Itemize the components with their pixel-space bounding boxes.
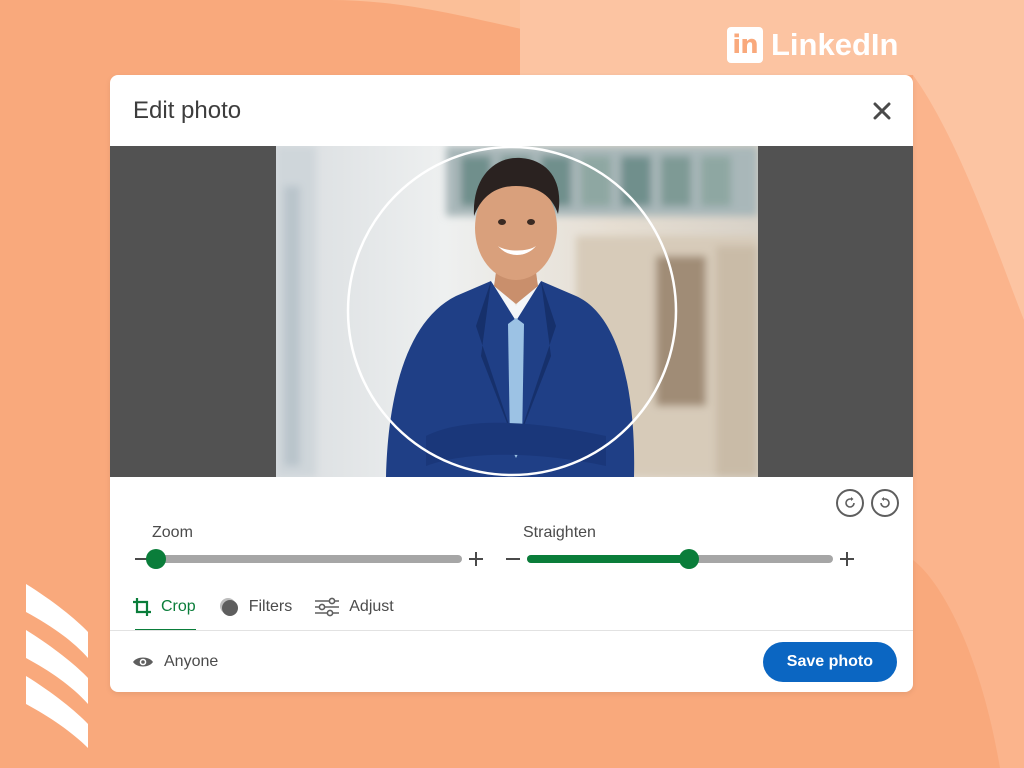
straighten-increase-button[interactable]: [837, 551, 857, 567]
eye-icon: [133, 657, 153, 666]
tab-adjust[interactable]: Adjust: [314, 590, 394, 624]
tab-filters[interactable]: Filters: [218, 590, 293, 624]
dialog-title: Edit photo: [133, 96, 242, 124]
zoom-slider[interactable]: [146, 549, 462, 569]
zoom-in-button[interactable]: [466, 551, 486, 567]
close-button[interactable]: [867, 96, 897, 126]
photo-preview: [110, 146, 913, 477]
rotate-clockwise-button[interactable]: [836, 489, 864, 517]
linkedin-wordmark: LinkedIn: [771, 27, 899, 62]
rotate-counterclockwise-button[interactable]: [871, 489, 899, 517]
crop-icon: [133, 598, 151, 616]
decorative-stripes: [26, 584, 88, 748]
dialog-header: Edit photo: [110, 75, 913, 146]
straighten-slider[interactable]: [527, 549, 833, 569]
tab-filters-label: Filters: [248, 598, 293, 615]
zoom-control: Zoom: [132, 524, 486, 569]
save-photo-button[interactable]: Save photo: [762, 641, 897, 682]
sliders-icon: [315, 597, 340, 617]
straighten-control: Straighten: [503, 524, 857, 569]
zoom-label: Zoom: [152, 524, 193, 541]
dialog-footer: Anyone Save photo: [110, 631, 913, 692]
rotate-counterclockwise-icon: [880, 497, 890, 508]
rotate-controls: [836, 489, 899, 517]
edit-tabs: Crop Filters Adjust: [132, 590, 416, 631]
edit-photo-dialog: Edit photo Zoom Straighten Crop Filters …: [110, 75, 913, 692]
tab-crop[interactable]: Crop: [132, 590, 196, 631]
visibility-label: Anyone: [164, 652, 219, 670]
photo-illustration: [276, 146, 758, 477]
profile-photo: [276, 146, 758, 477]
minus-icon: [506, 558, 520, 560]
tab-crop-label: Crop: [161, 598, 196, 615]
zoom-slider-handle[interactable]: [146, 549, 166, 569]
tab-adjust-label: Adjust: [349, 598, 394, 615]
filters-icon: [219, 598, 238, 616]
straighten-slider-handle[interactable]: [679, 549, 700, 569]
straighten-label: Straighten: [523, 524, 596, 541]
straighten-slider-fill: [527, 555, 690, 563]
plus-icon: [840, 552, 854, 566]
rotate-clockwise-icon: [845, 497, 855, 508]
plus-icon: [469, 552, 483, 566]
linkedin-logo: in LinkedIn: [727, 27, 898, 63]
visibility-selector[interactable]: Anyone: [132, 653, 218, 671]
linkedin-badge: in: [727, 27, 763, 63]
straighten-decrease-button[interactable]: [503, 551, 523, 567]
close-icon: [873, 102, 891, 119]
